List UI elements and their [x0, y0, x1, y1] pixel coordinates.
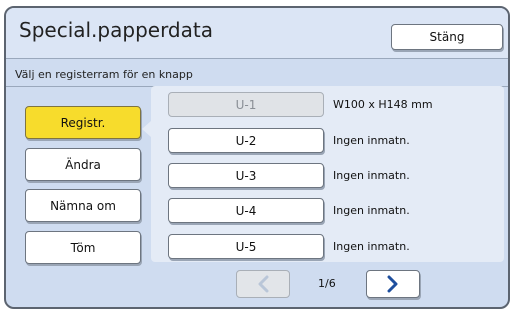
edit-button[interactable]: Ändra — [25, 148, 141, 181]
next-page-button[interactable] — [366, 270, 420, 298]
close-button[interactable]: Stäng — [391, 24, 503, 50]
instruction-text: Välj en registerram för en knapp — [15, 68, 193, 81]
dialog-title: Special.papperdata — [19, 18, 213, 42]
clear-button[interactable]: Töm — [25, 231, 141, 264]
register-u5-value: Ingen inmatn. — [333, 240, 410, 253]
register-u5-button[interactable]: U-5 — [168, 234, 324, 259]
register-list-panel: U-1 W100 x H148 mm U-2 Ingen inmatn. U-3… — [151, 86, 504, 262]
chevron-right-icon — [386, 275, 400, 293]
register-mode-button[interactable]: Registr. — [25, 106, 141, 139]
rename-button[interactable]: Nämna om — [25, 189, 141, 222]
register-u3-button[interactable]: U-3 — [168, 163, 324, 188]
register-u3-value: Ingen inmatn. — [333, 169, 410, 182]
register-u2-button[interactable]: U-2 — [168, 128, 324, 153]
register-u4-value: Ingen inmatn. — [333, 204, 410, 217]
register-u1-button[interactable]: U-1 — [168, 92, 324, 117]
selection-pointer — [142, 121, 151, 137]
register-u1-value: W100 x H148 mm — [333, 98, 433, 111]
page-indicator: 1/6 — [318, 277, 336, 290]
custom-paper-dialog: Special.papperdata Stäng Välj en registe… — [4, 6, 510, 309]
title-bar: Special.papperdata Stäng — [6, 8, 508, 59]
chevron-left-icon — [256, 275, 270, 293]
register-u4-button[interactable]: U-4 — [168, 198, 324, 223]
register-u2-value: Ingen inmatn. — [333, 134, 410, 147]
previous-page-button[interactable] — [236, 270, 290, 298]
